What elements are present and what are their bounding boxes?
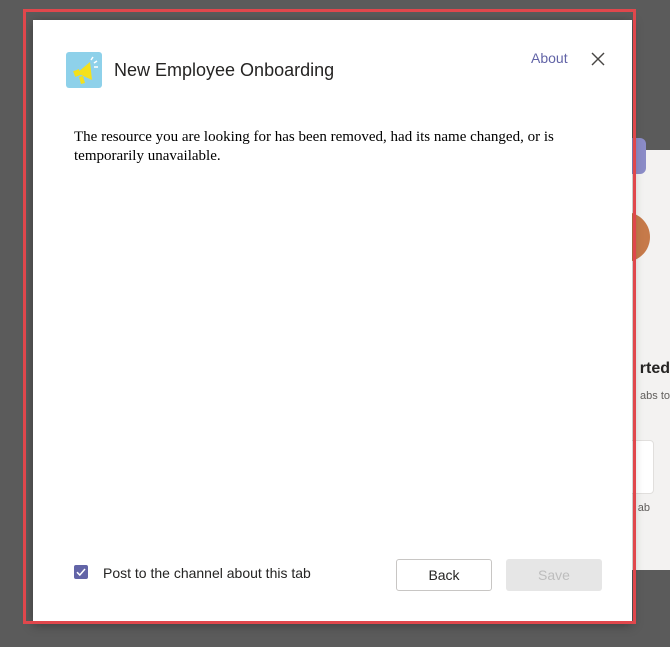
megaphone-icon [66, 52, 102, 88]
post-to-channel-label[interactable]: Post to the channel about this tab [103, 565, 311, 581]
error-message: The resource you are looking for has bee… [74, 129, 554, 164]
dialog-title: New Employee Onboarding [114, 60, 335, 80]
checkmark-icon [76, 568, 86, 577]
close-icon[interactable] [588, 49, 608, 69]
post-to-channel-checkbox[interactable] [74, 565, 88, 579]
save-button: Save [506, 559, 602, 591]
app-dialog: New Employee Onboarding About The resour… [33, 20, 632, 623]
back-button[interactable]: Back [396, 559, 492, 591]
about-link[interactable]: About [531, 50, 568, 66]
